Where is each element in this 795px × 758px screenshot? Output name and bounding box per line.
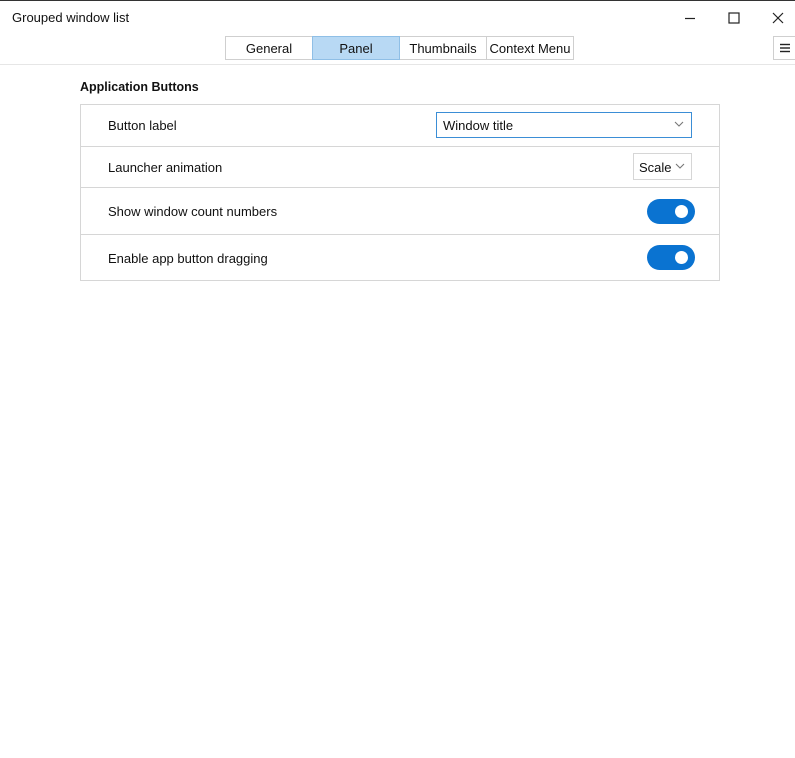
close-button[interactable] [756, 3, 795, 33]
settings-group: Button label Window title Launcher anima… [80, 104, 720, 281]
toggle-knob [675, 251, 688, 264]
setting-row-button-dragging: Enable app button dragging [81, 234, 719, 280]
minimize-button[interactable] [668, 3, 712, 33]
setting-row-button-label: Button label Window title [81, 105, 719, 146]
tab-panel[interactable]: Panel [312, 36, 400, 60]
title-bar: Grouped window list [0, 1, 795, 33]
close-icon [772, 12, 784, 24]
button-label-label: Button label [108, 118, 177, 133]
header-divider [0, 64, 795, 65]
button-dragging-label: Enable app button dragging [108, 251, 268, 266]
chevron-down-icon [674, 121, 684, 127]
button-label-dropdown[interactable]: Window title [436, 112, 692, 138]
tab-bar: General Panel Thumbnails Context Menu [225, 36, 574, 60]
window-title: Grouped window list [12, 10, 130, 25]
launcher-animation-value: Scale [639, 160, 672, 175]
menu-button[interactable] [773, 36, 795, 60]
launcher-animation-label: Launcher animation [108, 160, 223, 175]
tab-thumbnails[interactable]: Thumbnails [399, 36, 487, 60]
setting-row-window-count: Show window count numbers [81, 187, 719, 234]
hamburger-menu-icon [780, 43, 790, 53]
tab-general[interactable]: General [225, 36, 313, 60]
section-title: Application Buttons [80, 80, 199, 94]
maximize-button[interactable] [712, 3, 756, 33]
button-label-value: Window title [443, 118, 514, 133]
window-count-label: Show window count numbers [108, 204, 278, 219]
setting-row-launcher-animation: Launcher animation Scale [81, 146, 719, 187]
button-dragging-toggle[interactable] [647, 245, 695, 270]
toggle-knob [675, 205, 688, 218]
window-count-toggle[interactable] [647, 199, 695, 224]
minimize-icon [685, 17, 695, 20]
launcher-animation-dropdown[interactable]: Scale [633, 153, 692, 180]
tab-context-menu[interactable]: Context Menu [486, 36, 574, 60]
chevron-down-icon [675, 163, 685, 169]
maximize-icon [728, 12, 740, 24]
